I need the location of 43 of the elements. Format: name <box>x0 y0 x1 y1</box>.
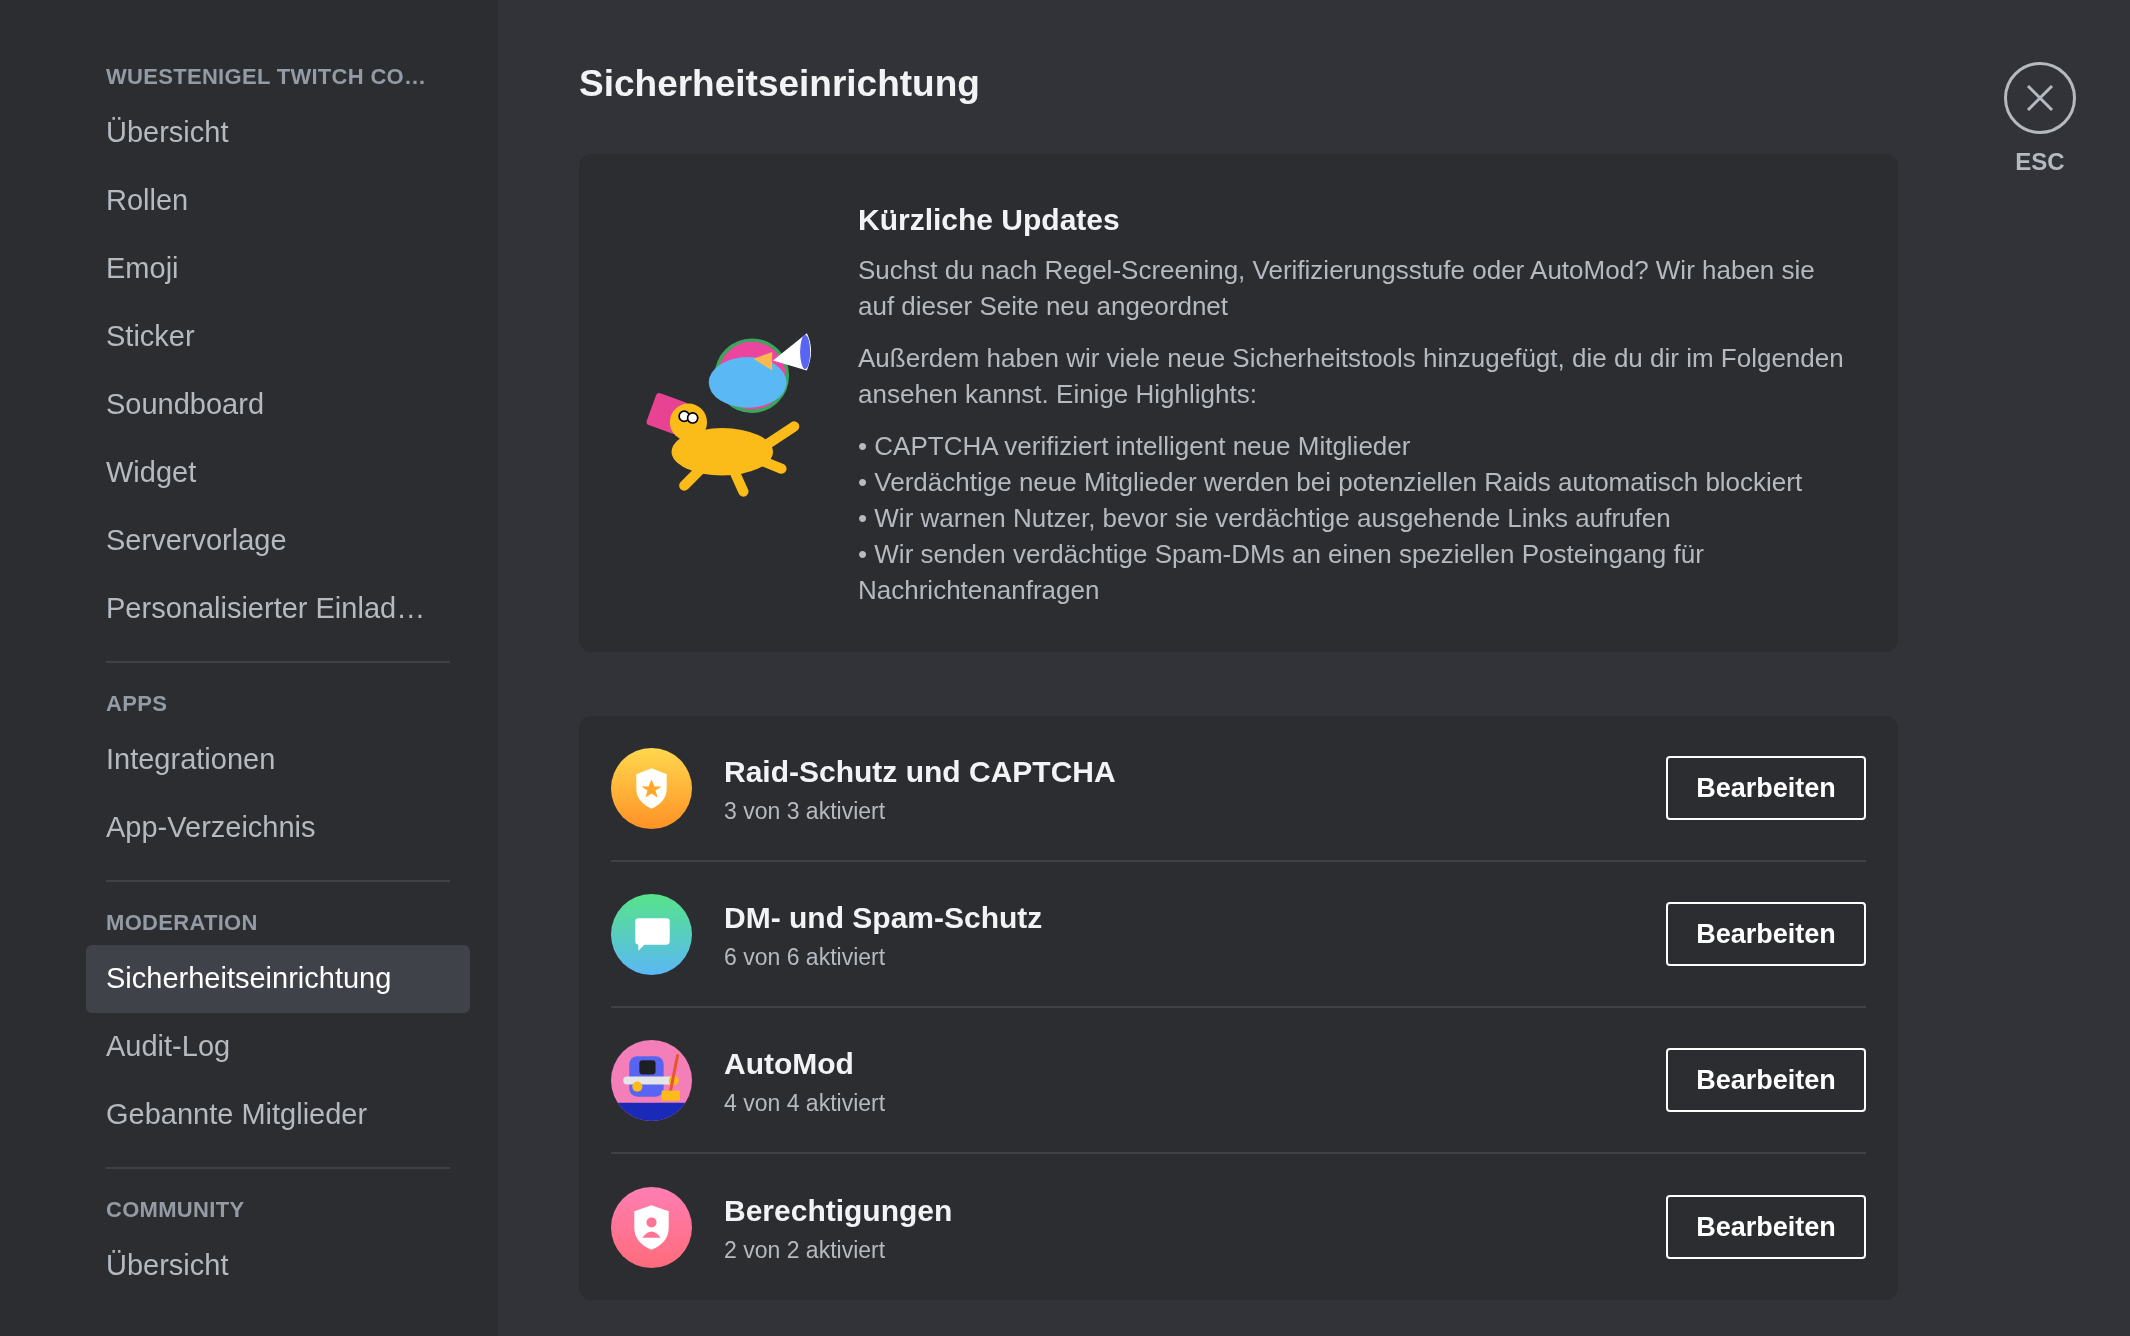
feature-status: 4 von 4 aktiviert <box>724 1088 887 1118</box>
sidebar-item[interactable]: Soundboard <box>86 371 470 439</box>
sidebar-item[interactable]: Audit-Log <box>86 1013 470 1081</box>
updates-title: Kürzliche Updates <box>858 202 1121 239</box>
sidebar-item[interactable]: Integrationen <box>86 726 470 794</box>
section-header: COMMUNITY <box>105 1196 246 1224</box>
updates-paragraph: Außerdem haben wir viele neue Sicherheitstools hinzugefügt, die du dir im Folgenden ansehen kannst. Einige Highlights: <box>858 342 1845 412</box>
esc-label: ESC <box>2015 147 2065 177</box>
sidebar-item[interactable]: Servervorlage <box>86 507 470 575</box>
edit-button[interactable]: Bearbeiten <box>1666 902 1866 967</box>
page-title: Sicherheitseinrichtung <box>579 62 981 106</box>
edit-button[interactable]: Bearbeiten <box>1666 1048 1866 1113</box>
section-header: MODERATION <box>105 909 259 937</box>
sidebar-item[interactable]: Sticker <box>86 303 470 371</box>
section-header: WUESTENIGEL TWITCH CO… <box>105 63 428 91</box>
feature-title: DM- und Spam-Schutz <box>724 899 1044 936</box>
sidebar-item[interactable]: App-Verzeichnis <box>86 794 470 862</box>
sidebar-item[interactable]: Übersicht <box>86 1232 470 1300</box>
sidebar-item[interactable]: Personalisierter Einlad… <box>86 575 470 643</box>
highlight-item: • Wir senden verdächtige Spam-DMs an einen speziellen Posteingang für Nachrichtenanfragen <box>858 538 1705 608</box>
highlight-item: • Verdächtige neue Mitglieder werden bei potenziellen Raids automatisch blockiert <box>858 466 1804 500</box>
chat-bubble-icon <box>611 893 692 975</box>
feature-status: 3 von 3 aktiviert <box>724 796 887 826</box>
feature-status: 6 von 6 aktiviert <box>724 942 887 972</box>
feature-status: 2 von 2 aktiviert <box>724 1235 887 1265</box>
section-header: APPS <box>105 690 169 718</box>
sidebar-item[interactable]: Sicherheitseinrichtung <box>86 945 470 1013</box>
shield-person-icon <box>611 1186 692 1268</box>
sidebar-item[interactable]: Widget <box>86 439 470 507</box>
close-icon <box>2025 83 2055 113</box>
sidebar-item[interactable]: Rollen <box>86 167 470 235</box>
feature-title: Raid-Schutz und CAPTCHA <box>724 753 1117 790</box>
sidebar-item[interactable]: Übersicht <box>86 99 470 167</box>
highlight-item: • CAPTCHA verifiziert intelligent neue Mitglieder <box>858 430 1412 464</box>
edit-button[interactable]: Bearbeiten <box>1666 1195 1866 1260</box>
highlight-item: • Wir warnen Nutzer, bevor sie verdächtige ausgehende Links aufrufen <box>858 502 1672 536</box>
feature-title: Berechtigungen <box>724 1192 954 1229</box>
edit-button[interactable]: Bearbeiten <box>1666 756 1866 821</box>
sidebar-item[interactable]: Gebannte Mitglieder <box>86 1081 470 1149</box>
close-button[interactable] <box>2004 62 2076 134</box>
updates-paragraph: Suchst du nach Regel-Screening, Verifizierungsstufe oder AutoMod? Wir haben sie auf dieser Seite neu angeordnet <box>858 254 1816 324</box>
sidebar-item[interactable]: Emoji <box>86 235 470 303</box>
feature-title: AutoMod <box>724 1045 855 1082</box>
